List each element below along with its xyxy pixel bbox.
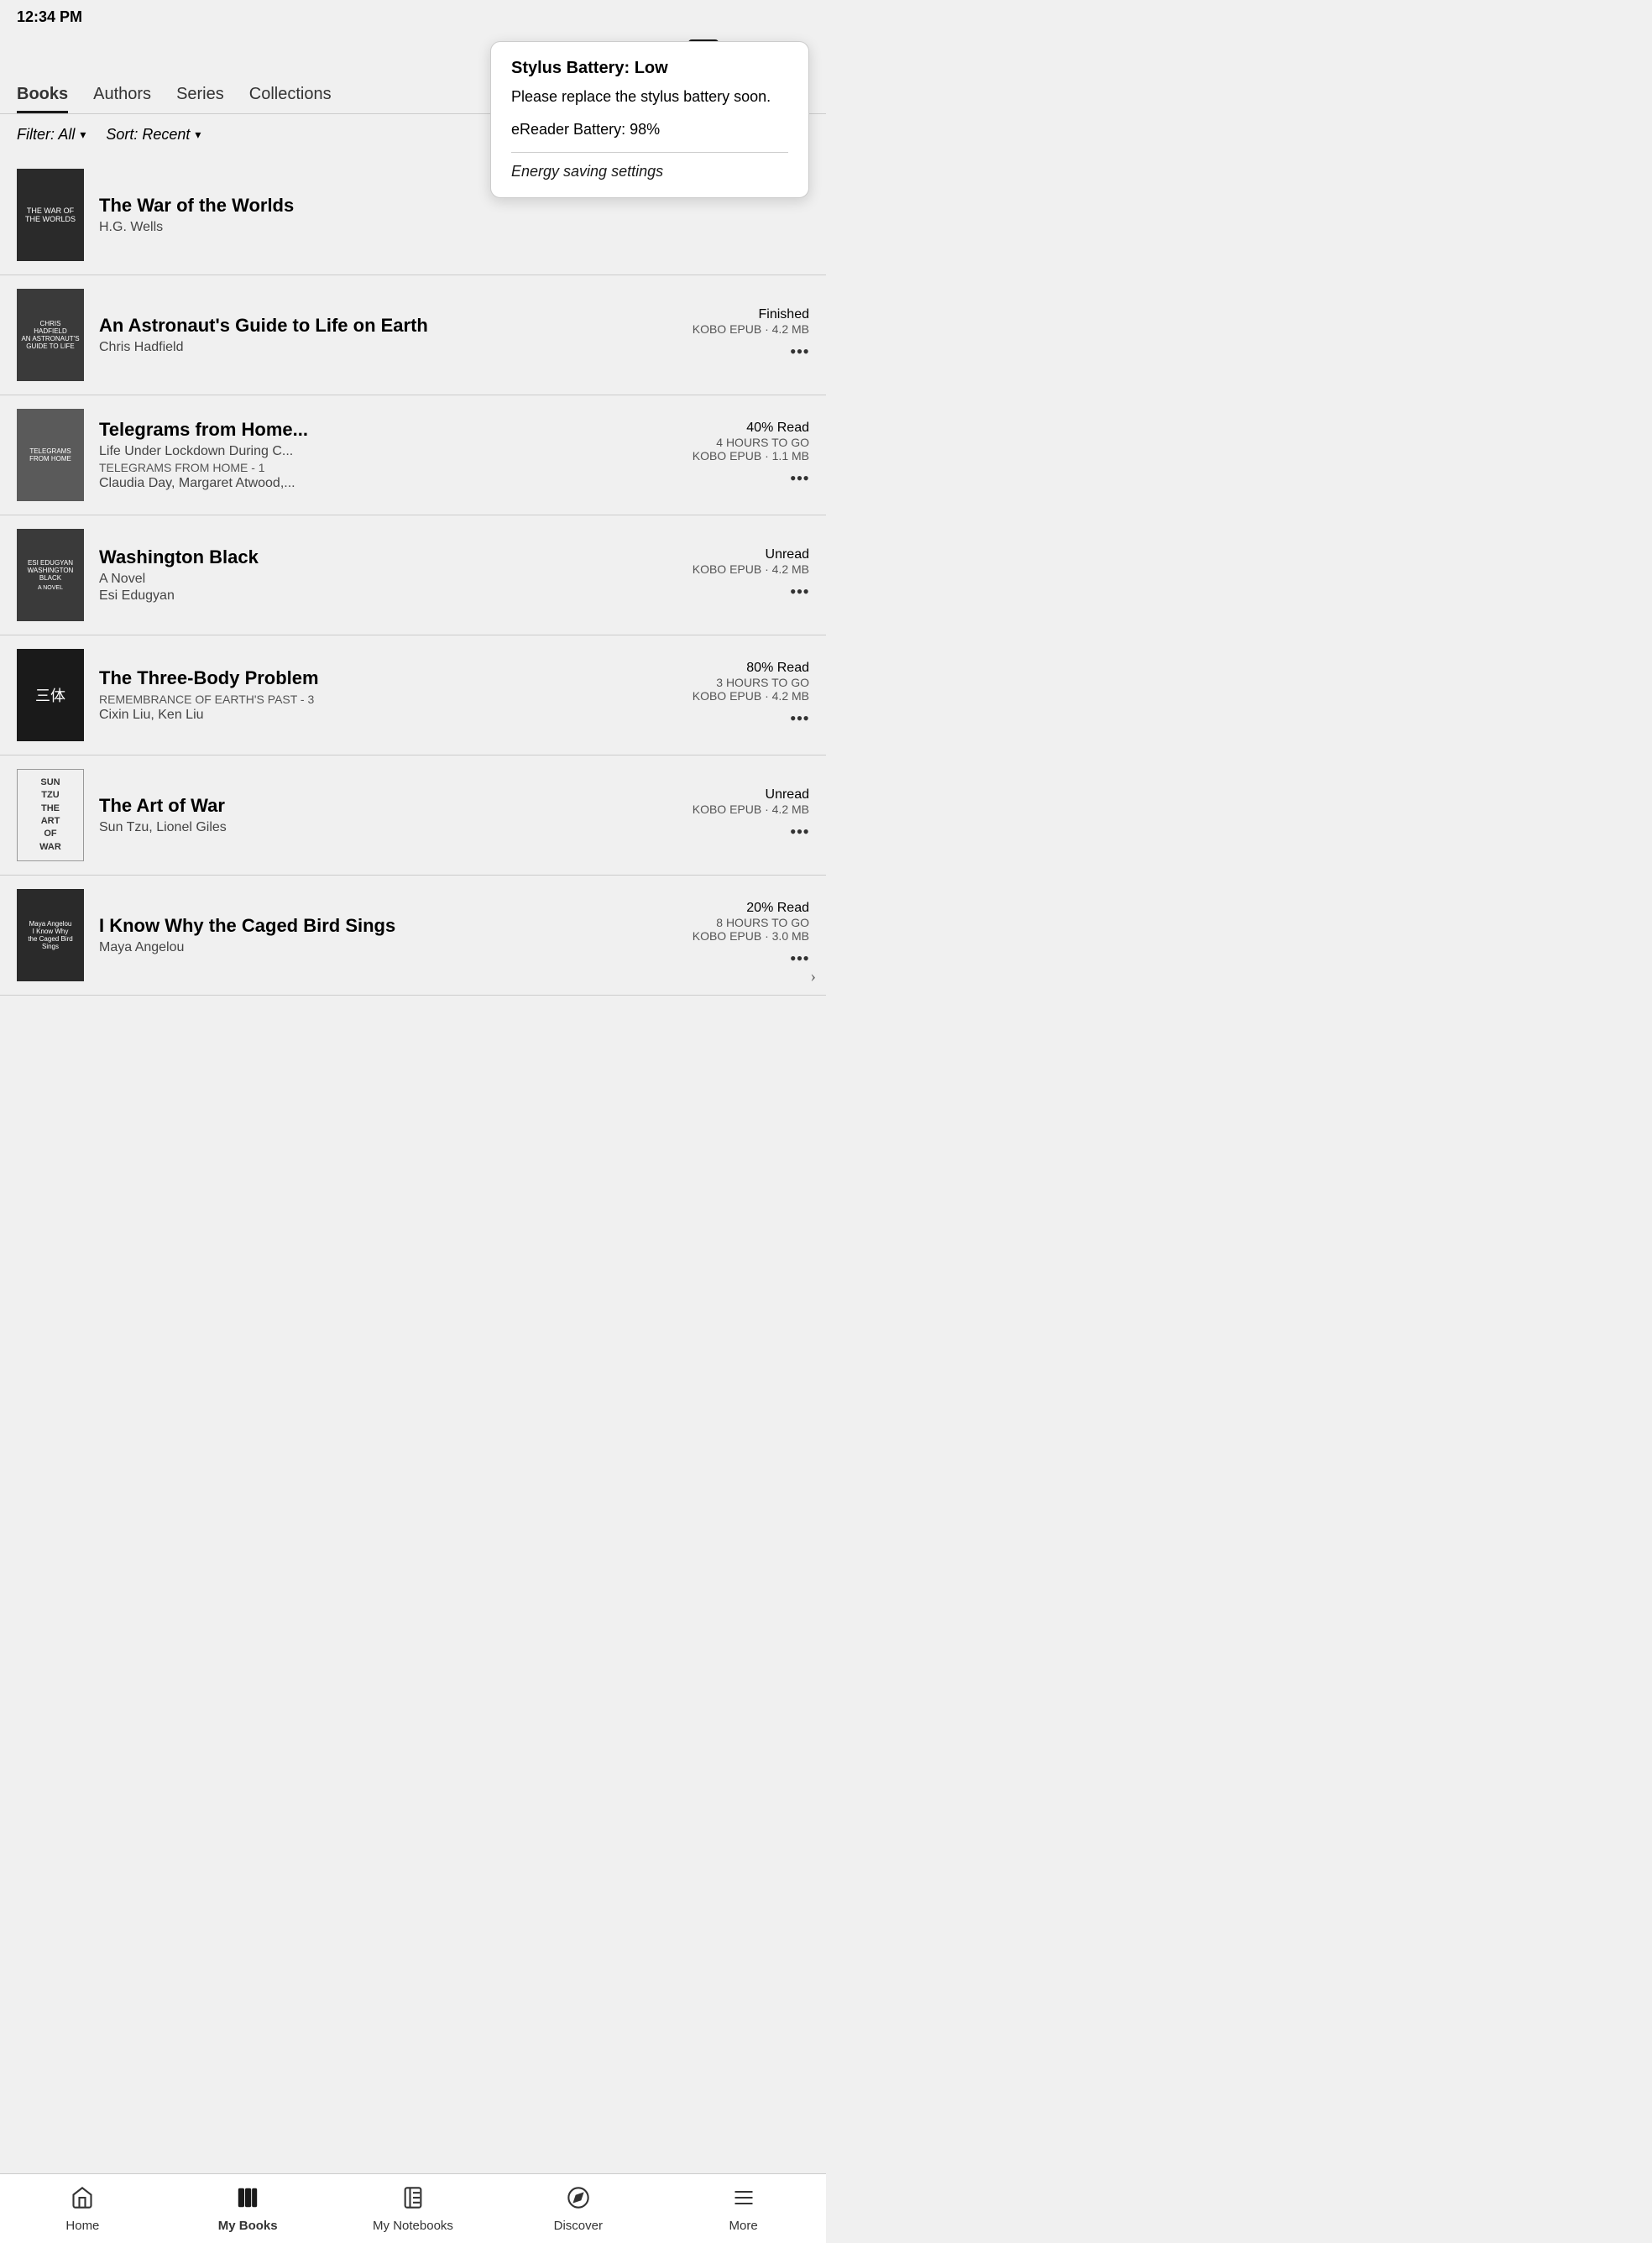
tab-books[interactable]: Books [17, 75, 68, 113]
book-cover: 三体 [17, 649, 84, 741]
status-bar: 12:34 PM [0, 0, 826, 34]
book-meta: KOBO EPUB · 4.2 MB [693, 689, 809, 703]
book-title: An Astronaut's Guide to Life on Earth [99, 315, 682, 337]
book-info: The Three-Body Problem REMEMBRANCE OF EA… [99, 667, 682, 723]
notebooks-icon [401, 2186, 425, 2215]
book-status-text: 80% Read [693, 661, 809, 676]
book-title: I Know Why the Caged Bird Sings [99, 915, 682, 937]
filter-chevron-icon: ▾ [80, 128, 86, 142]
book-cover: CHRISHADFIELDAN ASTRONAUT'SGUIDE TO LIFE [17, 289, 84, 381]
book-meta: KOBO EPUB · 3.0 MB [693, 929, 809, 943]
book-author: Claudia Day, Margaret Atwood,... [99, 476, 682, 491]
more-icon [732, 2186, 755, 2215]
book-status-text: 20% Read [693, 901, 809, 916]
nav-home[interactable]: Home [0, 2174, 165, 2243]
home-icon [71, 2186, 94, 2215]
book-hours: 4 HOURS TO GO [693, 436, 809, 449]
book-title: The Art of War [99, 795, 682, 817]
sort-dropdown[interactable]: Sort: Recent ▾ [106, 126, 201, 144]
nav-discover-label: Discover [554, 2219, 603, 2233]
book-author: Cixin Liu, Ken Liu [99, 708, 682, 723]
book-options-icon[interactable]: ••• [693, 948, 809, 970]
tab-collections[interactable]: Collections [249, 75, 332, 113]
book-cover: Maya AngelouI Know Whythe Caged BirdSing… [17, 889, 84, 981]
book-options-icon[interactable]: ••• [693, 341, 809, 363]
book-options-icon[interactable]: ••• [693, 581, 809, 603]
nav-notebooks[interactable]: My Notebooks [331, 2174, 496, 2243]
book-item[interactable]: 三体 The Three-Body Problem REMEMBRANCE OF… [0, 635, 826, 756]
book-info: I Know Why the Caged Bird Sings Maya Ang… [99, 915, 682, 955]
nav-more-label: More [729, 2219, 757, 2233]
book-author: Sun Tzu, Lionel Giles [99, 820, 682, 835]
popup-description: Please replace the stylus battery soon. [511, 86, 788, 107]
book-status-text: Unread [693, 787, 809, 803]
book-options-icon[interactable]: ••• [693, 821, 809, 843]
book-status: Unread KOBO EPUB · 4.2 MB ••• [693, 787, 809, 843]
scroll-down-icon: › [810, 967, 816, 986]
book-status-text: 40% Read [693, 421, 809, 436]
book-list: THE WAR OFTHE WORLDS The War of the Worl… [0, 155, 826, 996]
book-status: 40% Read 4 HOURS TO GO KOBO EPUB · 1.1 M… [693, 421, 809, 489]
book-series: REMEMBRANCE OF EARTH'S PAST - 3 [99, 693, 682, 706]
nav-mybooks[interactable]: My Books [165, 2174, 331, 2243]
book-status-text: Finished [693, 307, 809, 322]
book-author: Maya Angelou [99, 940, 682, 955]
books-icon [236, 2186, 259, 2215]
time-display: 12:34 PM [17, 8, 82, 26]
book-options-icon[interactable]: ••• [693, 468, 809, 489]
nav-more[interactable]: More [661, 2174, 826, 2243]
sort-chevron-icon: ▾ [195, 128, 201, 142]
book-item[interactable]: Maya AngelouI Know Whythe Caged BirdSing… [0, 876, 826, 996]
book-status: Unread KOBO EPUB · 4.2 MB ••• [693, 547, 809, 603]
book-item[interactable]: TELEGRAMSFROM HOME Telegrams from Home..… [0, 395, 826, 515]
book-author: Chris Hadfield [99, 340, 682, 355]
book-title: The Three-Body Problem [99, 667, 682, 689]
book-meta: KOBO EPUB · 4.2 MB [693, 803, 809, 816]
book-subtitle: Life Under Lockdown During C... [99, 444, 682, 459]
book-item[interactable]: CHRISHADFIELDAN ASTRONAUT'SGUIDE TO LIFE… [0, 275, 826, 395]
book-status: 80% Read 3 HOURS TO GO KOBO EPUB · 4.2 M… [693, 661, 809, 729]
tab-authors[interactable]: Authors [93, 75, 151, 113]
book-meta: KOBO EPUB · 4.2 MB [693, 322, 809, 336]
nav-notebooks-label: My Notebooks [373, 2219, 453, 2233]
book-cover: ESI EDUGYANWASHINGTONBLACKA NOVEL [17, 529, 84, 621]
book-hours: 8 HOURS TO GO [693, 916, 809, 929]
book-meta: KOBO EPUB · 4.2 MB [693, 562, 809, 576]
book-meta: KOBO EPUB · 1.1 MB [693, 449, 809, 463]
nav-mybooks-label: My Books [218, 2219, 278, 2233]
book-status: 20% Read 8 HOURS TO GO KOBO EPUB · 3.0 M… [693, 901, 809, 970]
bottom-nav: Home My Books My Notebooks [0, 2173, 826, 2243]
book-status-text: Unread [693, 547, 809, 562]
book-cover: TELEGRAMSFROM HOME [17, 409, 84, 501]
discover-icon [567, 2186, 590, 2215]
nav-home-label: Home [65, 2219, 99, 2233]
book-info: Washington Black A Novel Esi Edugyan [99, 546, 682, 604]
book-subtitle: A Novel [99, 572, 682, 587]
book-hours: 3 HOURS TO GO [693, 676, 809, 689]
icon-bar: Stylus Battery: Low Please replace the s… [0, 34, 826, 75]
nav-discover[interactable]: Discover [495, 2174, 661, 2243]
book-author: Esi Edugyan [99, 588, 682, 604]
energy-saving-link[interactable]: Energy saving settings [511, 163, 788, 180]
filter-dropdown[interactable]: Filter: All ▾ [17, 126, 86, 144]
popup-title: Stylus Battery: Low [511, 59, 788, 78]
battery-popup: Stylus Battery: Low Please replace the s… [490, 41, 809, 198]
book-cover: THE WAR OFTHE WORLDS [17, 169, 84, 261]
book-cover: SUNTZUTHEARTOFWAR [17, 769, 84, 861]
book-item[interactable]: SUNTZUTHEARTOFWAR The Art of War Sun Tzu… [0, 756, 826, 876]
book-author: H.G. Wells [99, 220, 809, 235]
book-title: Washington Black [99, 546, 682, 568]
book-status: Finished KOBO EPUB · 4.2 MB ••• [693, 307, 809, 363]
book-info: An Astronaut's Guide to Life on Earth Ch… [99, 315, 682, 355]
book-info: The Art of War Sun Tzu, Lionel Giles [99, 795, 682, 835]
book-title: Telegrams from Home... [99, 419, 682, 441]
popup-divider [511, 152, 788, 153]
tab-series[interactable]: Series [176, 75, 224, 113]
popup-battery-level: eReader Battery: 98% [511, 121, 788, 139]
book-series: TELEGRAMS FROM HOME - 1 [99, 461, 682, 474]
book-info: The War of the Worlds H.G. Wells [99, 195, 809, 235]
book-item[interactable]: ESI EDUGYANWASHINGTONBLACKA NOVEL Washin… [0, 515, 826, 635]
book-info: Telegrams from Home... Life Under Lockdo… [99, 419, 682, 491]
book-options-icon[interactable]: ••• [693, 708, 809, 729]
